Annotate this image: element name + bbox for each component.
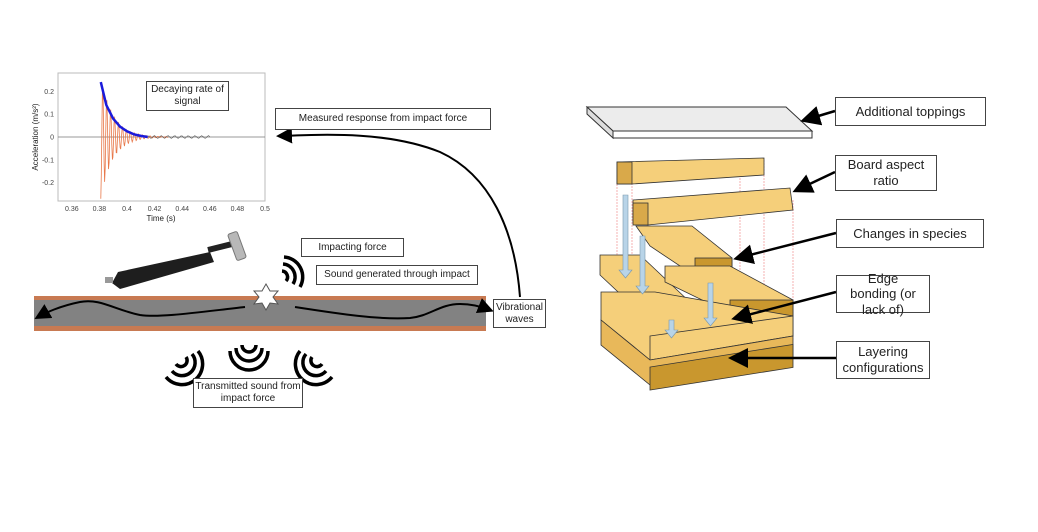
y-tick-label: -0.2: [42, 180, 54, 187]
measured-response-label: Measured response from impact force: [275, 108, 491, 130]
vibrational-waves-label: Vibrational waves: [493, 299, 546, 328]
changes-in-species-label: Changes in species: [836, 219, 984, 248]
sound-generated-icon: [281, 255, 305, 288]
additional-toppings-label: Additional toppings: [835, 97, 986, 126]
y-tick-label: 0: [50, 135, 54, 142]
x-tick-label: 0.44: [175, 206, 189, 213]
topping-layer-top: [585, 106, 814, 132]
board-aspect-ratio-label: Board aspect ratio: [835, 155, 937, 191]
y-tick-label: 0.2: [44, 89, 54, 96]
pointer-additional-toppings: [800, 106, 836, 126]
impact-hammer-icon: [105, 231, 247, 289]
y-tick-label: 0.1: [44, 112, 54, 119]
topping-layer-front: [612, 130, 813, 139]
board-top: [616, 157, 765, 185]
pointer-board-aspect-ratio: [792, 170, 836, 193]
transmitted-sound-icon-center: [228, 344, 270, 372]
acceleration-chart: 0.36 0.38 0.4 0.42 0.44 0.46 0.48 0.5 0.2 0.1 0 -0.…: [31, 72, 837, 391]
x-tick-label: 0.46: [203, 206, 217, 213]
x-tick-label: 0.42: [148, 206, 162, 213]
x-tick-label: 0.4: [122, 206, 132, 213]
floor-slab-bottom-edge: [34, 326, 486, 331]
x-axis-label: Time (s): [146, 214, 175, 223]
pointer-changes-in-species: [733, 231, 837, 264]
impacting-force-label: Impacting force: [301, 238, 404, 257]
x-tick-label: 0.48: [231, 206, 245, 213]
decaying-rate-label: Decaying rate of signal: [146, 81, 229, 111]
layering-configurations-label: Layering configurations: [836, 341, 930, 379]
y-tick-label: -0.1: [42, 157, 54, 164]
y-axis-label: Acceleration (m/s²): [31, 103, 40, 170]
sound-generated-label: Sound generated through impact: [316, 265, 478, 285]
edge-bonding-label: Edge bonding (or lack of): [836, 271, 930, 317]
board-aspect-ratio: [632, 187, 794, 226]
x-tick-label: 0.38: [93, 206, 107, 213]
x-tick-label: 0.5: [260, 206, 270, 213]
x-tick-label: 0.36: [65, 206, 79, 213]
transmitted-sound-label: Transmitted sound from impact force: [193, 378, 303, 408]
clt-panel-illustration: [585, 105, 837, 391]
